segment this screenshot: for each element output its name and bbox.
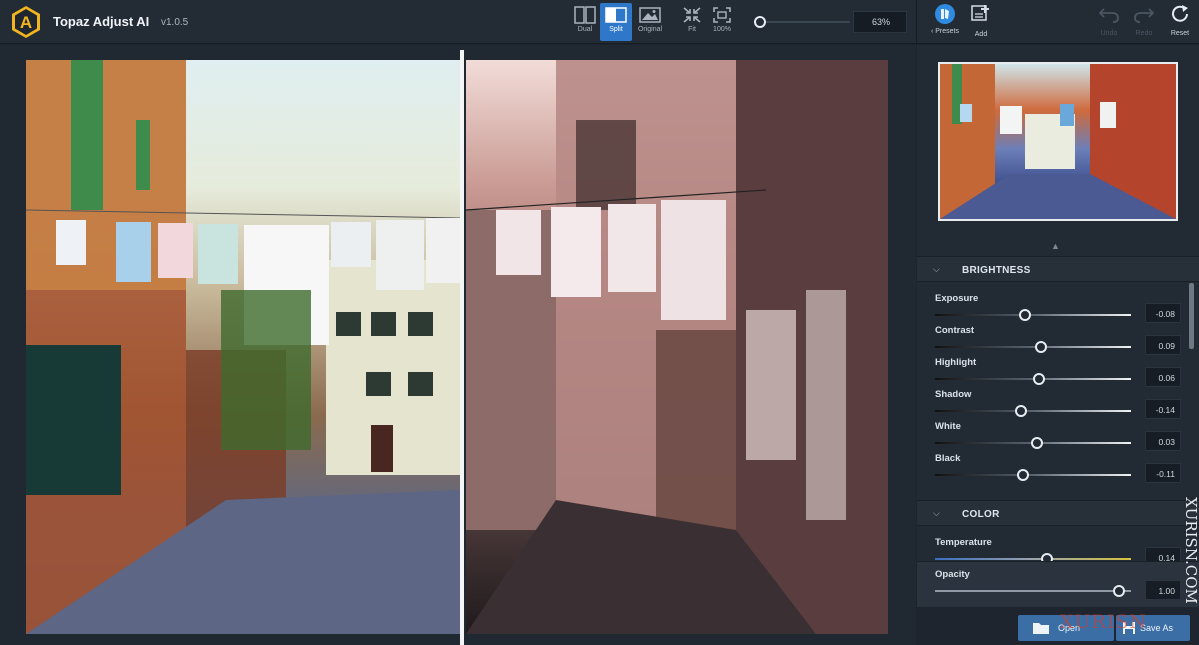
collapse-panel-icon[interactable]: ▲ bbox=[1051, 241, 1060, 251]
redo-button[interactable]: Redo bbox=[1129, 5, 1159, 41]
watermark-horizontal: XURISN bbox=[1060, 611, 1147, 633]
reset-icon bbox=[1172, 5, 1188, 22]
section-title: COLOR bbox=[962, 509, 1000, 520]
highlight-slider-handle[interactable] bbox=[1032, 373, 1045, 385]
navigator-thumbnail[interactable] bbox=[938, 62, 1178, 221]
undo-icon bbox=[1098, 8, 1119, 23]
shadow-slider-handle[interactable] bbox=[1015, 405, 1028, 417]
image-canvas[interactable] bbox=[0, 45, 916, 645]
split-view-icon bbox=[605, 7, 627, 23]
black-slider-track[interactable] bbox=[935, 474, 1131, 476]
opacity-control: Opacity 1.00 bbox=[917, 561, 1199, 607]
opacity-label: Opacity bbox=[935, 569, 970, 580]
folder-icon bbox=[1033, 623, 1049, 634]
contrast-value-field[interactable]: 0.09 bbox=[1145, 335, 1181, 355]
file-actions-bar: Open Save As bbox=[917, 607, 1199, 645]
exposure-value-field[interactable]: -0.08 bbox=[1145, 303, 1181, 323]
reset-button[interactable]: Reset bbox=[1165, 5, 1195, 41]
add-preset-button[interactable]: Add bbox=[967, 4, 995, 40]
black-label: Black bbox=[935, 453, 961, 464]
black-slider-handle[interactable] bbox=[1017, 469, 1030, 481]
presets-button[interactable]: ‹ Presets bbox=[925, 4, 965, 40]
highlight-value-field[interactable]: 0.06 bbox=[1145, 367, 1181, 387]
app-title: Topaz Adjust AI bbox=[53, 14, 150, 29]
view-original-button[interactable]: Original bbox=[634, 3, 666, 41]
toolbar-divider bbox=[916, 0, 917, 44]
exposure-slider-handle[interactable] bbox=[1019, 309, 1032, 321]
dual-view-icon bbox=[574, 6, 596, 24]
contrast-slider-handle[interactable] bbox=[1034, 341, 1047, 353]
actual-size-icon bbox=[713, 7, 731, 23]
shadow-slider-track[interactable] bbox=[935, 410, 1131, 412]
zoom-value-field[interactable]: 63% bbox=[853, 11, 907, 33]
presets-icon bbox=[935, 4, 955, 24]
opacity-slider-track[interactable] bbox=[935, 590, 1131, 592]
section-header-color[interactable]: ⌵ COLOR bbox=[917, 500, 1199, 526]
chevron-down-icon: ⌵ bbox=[933, 508, 940, 518]
temperature-label: Temperature bbox=[935, 537, 992, 548]
shadow-label: Shadow bbox=[935, 389, 972, 400]
redo-icon bbox=[1134, 8, 1155, 23]
adjustment-panel: ▲ ⌵ BRIGHTNESS Exposure -0.08 Contrast 0.09 Hi… bbox=[917, 45, 1199, 645]
original-view-icon bbox=[639, 7, 661, 23]
section-title: BRIGHTNESS bbox=[962, 265, 1031, 276]
undo-button[interactable]: Undo bbox=[1094, 5, 1124, 41]
svg-text:XURISN.COM: XURISN.COM bbox=[1182, 497, 1198, 604]
temperature-slider-track[interactable] bbox=[935, 558, 1131, 560]
adjusted-image bbox=[466, 60, 888, 634]
panel-scrollbar[interactable] bbox=[1189, 283, 1194, 349]
shadow-value-field[interactable]: -0.14 bbox=[1145, 399, 1181, 419]
exposure-label: Exposure bbox=[935, 293, 979, 304]
zoom-slider-handle[interactable] bbox=[754, 16, 766, 28]
fit-button[interactable]: Fit bbox=[676, 3, 708, 41]
highlight-label: Highlight bbox=[935, 357, 977, 368]
add-preset-icon bbox=[971, 5, 989, 21]
opacity-slider-handle[interactable] bbox=[1113, 585, 1125, 597]
watermark-vertical: XURISN.COM bbox=[1182, 497, 1198, 604]
split-divider[interactable] bbox=[460, 50, 464, 645]
app-version: v1.0.5 bbox=[161, 17, 189, 28]
top-toolbar: A Topaz Adjust AI v1.0.5 Dual Split Orig… bbox=[0, 0, 1199, 44]
view-dual-button[interactable]: Dual bbox=[569, 3, 601, 41]
original-image bbox=[26, 60, 460, 634]
topaz-logo-icon: A bbox=[12, 6, 40, 38]
exposure-slider-track[interactable] bbox=[935, 314, 1131, 316]
app-window: A Topaz Adjust AI v1.0.5 Dual Split Orig… bbox=[0, 0, 1199, 645]
svg-text:A: A bbox=[20, 13, 32, 32]
white-value-field[interactable]: 0.03 bbox=[1145, 431, 1181, 451]
view-split-button[interactable]: Split bbox=[600, 3, 632, 41]
white-slider-handle[interactable] bbox=[1030, 437, 1043, 449]
section-header-brightness[interactable]: ⌵ BRIGHTNESS bbox=[917, 256, 1199, 282]
zoom-slider-track[interactable] bbox=[762, 21, 850, 23]
chevron-down-icon: ⌵ bbox=[933, 264, 940, 274]
contrast-label: Contrast bbox=[935, 325, 975, 336]
contrast-slider-track[interactable] bbox=[935, 346, 1131, 348]
white-label: White bbox=[935, 421, 961, 432]
fit-icon bbox=[683, 7, 701, 23]
zoom-100-button[interactable]: 100% bbox=[706, 3, 738, 41]
black-value-field[interactable]: -0.11 bbox=[1145, 463, 1181, 483]
